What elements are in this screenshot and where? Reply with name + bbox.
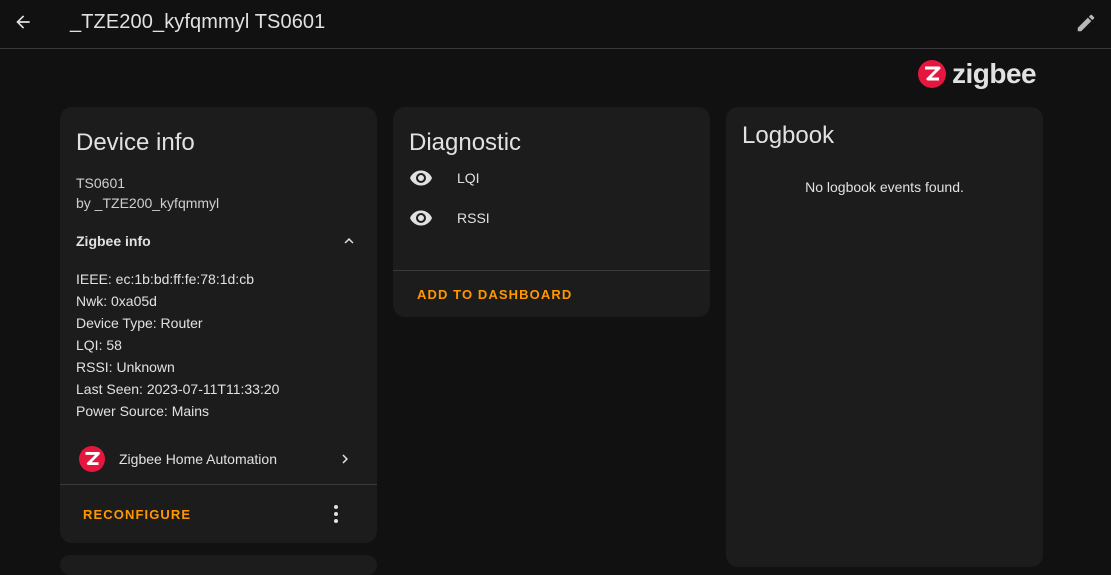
logbook-title: Logbook [742,122,835,149]
more-options-button[interactable] [326,503,346,525]
detail-ieee: IEEE: ec:1b:bd:ff:fe:78:1d:cb [76,271,254,287]
zigbee-integration-icon [79,446,105,472]
detail-rssi: RSSI: Unknown [76,359,175,375]
diagnostic-card: Diagnostic LQI RSSI ADD TO DASHBOARD [393,107,710,317]
device-manufacturer: by _TZE200_kyfqmmyl [76,195,220,211]
detail-last-seen: Last Seen: 2023-07-11T11:33:20 [76,381,280,397]
edit-button[interactable] [1073,10,1099,36]
logbook-card: Logbook No logbook events found. [726,107,1043,567]
entity-label-rssi: RSSI [457,210,490,226]
page-title: _TZE200_kyfqmmyl TS0601 [70,11,326,33]
device-model: TS0601 [76,175,126,191]
diagnostic-entity-lqi[interactable]: LQI [409,165,693,191]
add-to-dashboard-button[interactable]: ADD TO DASHBOARD [417,287,572,302]
integration-row[interactable]: Zigbee Home Automation [76,445,360,473]
device-info-divider [60,484,377,485]
zigbee-logo-icon [918,60,946,88]
entity-label-lqi: LQI [457,170,480,186]
zigbee-logo: zigbee [918,58,1037,90]
eye-icon [410,170,432,186]
zigbee-logo-text: zigbee [952,58,1037,89]
eye-icon [410,210,432,226]
arrow-left-icon [16,15,30,29]
diagnostic-divider [393,270,710,271]
device-info-title: Device info [76,129,195,156]
diagnostic-entity-rssi[interactable]: RSSI [409,205,693,231]
dots-vertical-icon [334,505,338,523]
device-info-card: Device info TS0601 by _TZE200_kyfqmmyl Z… [60,107,377,543]
back-button[interactable] [10,9,36,35]
pencil-icon [1077,14,1095,32]
zigbee-info-label: Zigbee info [76,233,151,249]
reconfigure-button[interactable]: RECONFIGURE [83,507,191,522]
top-bar: _TZE200_kyfqmmyl TS0601 [0,0,1111,49]
detail-lqi: LQI: 58 [76,337,122,353]
detail-device-type: Device Type: Router [76,315,203,331]
next-card [60,555,377,575]
chevron-up-icon [344,238,354,244]
integration-label: Zigbee Home Automation [119,451,277,467]
detail-nwk: Nwk: 0xa05d [76,293,157,309]
diagnostic-title: Diagnostic [409,129,522,156]
zigbee-info-header[interactable]: Zigbee info [76,233,360,253]
zigbee-details: IEEE: ec:1b:bd:ff:fe:78:1d:cb Nwk: 0xa05… [76,268,279,422]
chevron-right-icon [342,454,348,464]
detail-power-source: Power Source: Mains [76,403,210,419]
logbook-empty-text: No logbook events found. [805,179,964,195]
